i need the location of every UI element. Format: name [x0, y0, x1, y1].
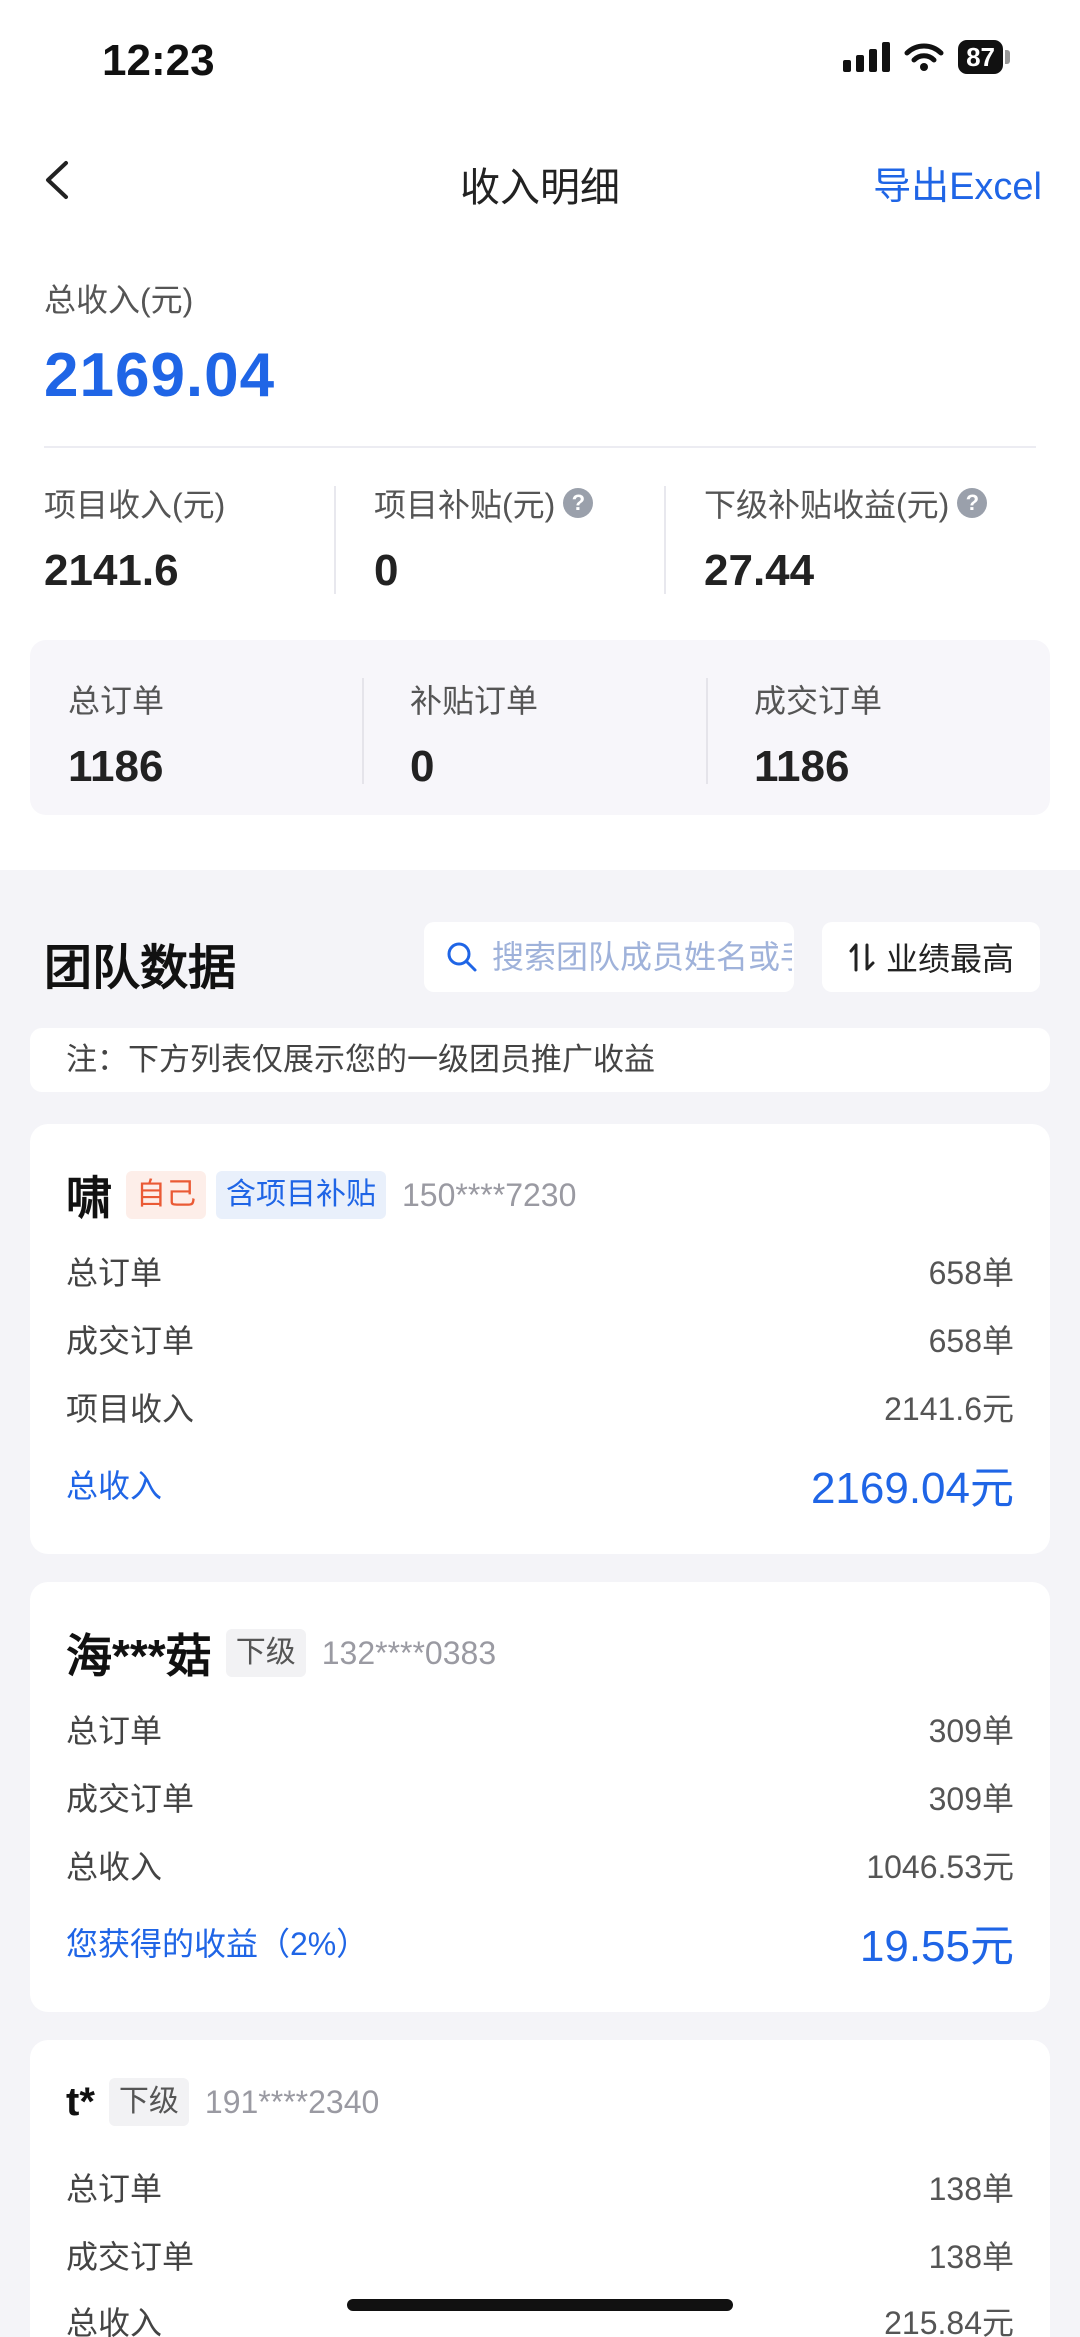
row-value: 138单	[928, 2171, 1014, 2207]
status-time: 12:23	[102, 36, 215, 85]
help-icon[interactable]: ?	[563, 488, 594, 518]
highlight-label: 您获得的收益（2%）	[66, 1926, 369, 1962]
project-income-stat: 项目收入(元) 2141.6	[44, 480, 225, 596]
member-phone: 132****0383	[321, 1634, 497, 1671]
member-card[interactable]: 啸 自己 含项目补贴 150****7230 总订单 658单 成交订单 658…	[30, 1124, 1050, 1554]
row-value: 309单	[928, 1713, 1014, 1749]
row-value: 2141.6元	[884, 1391, 1014, 1427]
row-label: 总收入	[66, 2305, 163, 2337]
member-header: t* 下级 191****2340	[66, 2078, 379, 2126]
team-section-title: 团队数据	[44, 942, 237, 995]
member-name: 海***菇	[66, 1630, 212, 1682]
self-tag: 自己	[126, 1171, 206, 1219]
divider	[362, 678, 364, 784]
divider	[44, 446, 1036, 448]
member-name: 啸	[66, 1172, 112, 1224]
total-orders-label: 总订单	[68, 683, 165, 719]
project-subsidy-stat: 项目补贴(元) ? 0	[374, 480, 594, 596]
project-income-label: 项目收入(元)	[44, 487, 226, 523]
deal-orders-label: 成交订单	[754, 683, 883, 719]
row-label: 成交订单	[66, 2239, 195, 2275]
sub-income-stat: 下级补贴收益(元) ? 27.44	[704, 480, 988, 596]
deal-orders-value: 1186	[754, 742, 850, 791]
chevron-left-icon	[46, 161, 68, 199]
battery-level: 87	[958, 40, 1003, 74]
member-row: 成交订单 309单	[66, 1774, 1014, 1820]
team-note: 注：下方列表仅展示您的一级团员推广收益	[30, 1028, 1050, 1092]
export-excel-button[interactable]: 导出Excel	[873, 155, 1042, 210]
subsidy-orders-stat: 补贴订单 0	[410, 676, 538, 792]
wifi-icon	[904, 43, 944, 71]
income-breakdown: 项目收入(元) 2141.6 项目补贴(元) ? 0 下级补贴收益(元) ? 2…	[0, 480, 1080, 600]
row-value: 215.84元	[884, 2305, 1014, 2337]
project-subsidy-value: 0	[374, 546, 399, 595]
highlight-value: 19.55元	[859, 1922, 1014, 1971]
sort-button[interactable]: 业绩最高	[822, 922, 1040, 992]
level-tag: 下级	[108, 2078, 189, 2126]
member-row: 总订单 658单	[66, 1248, 1014, 1294]
sort-icon	[849, 943, 875, 972]
deal-orders-stat: 成交订单 1186	[754, 676, 882, 792]
sub-income-value: 27.44	[704, 546, 815, 595]
member-header: 海***菇 下级 132****0383	[66, 1620, 496, 1686]
row-label: 成交订单	[66, 1323, 195, 1359]
sort-label: 业绩最高	[885, 941, 1014, 977]
highlight-label: 总收入	[66, 1468, 163, 1504]
divider	[664, 486, 666, 594]
row-label: 总订单	[66, 1255, 163, 1291]
row-value: 309单	[928, 1781, 1014, 1817]
row-value: 138单	[928, 2239, 1014, 2275]
team-search-box[interactable]	[424, 922, 794, 992]
row-label: 总订单	[66, 2171, 163, 2207]
member-phone: 150****7230	[402, 1176, 577, 1213]
row-label: 成交订单	[66, 1781, 195, 1817]
subsidy-orders-value: 0	[410, 742, 435, 791]
member-row: 总收入 1046.53元	[66, 1842, 1014, 1888]
subsidy-tag: 含项目补贴	[216, 1171, 386, 1219]
sub-income-label: 下级补贴收益(元)	[704, 487, 950, 523]
member-row: 成交订单 138单	[66, 2232, 1014, 2278]
member-row: 项目收入 2141.6元	[66, 1384, 1014, 1430]
help-icon[interactable]: ?	[957, 488, 988, 518]
member-row: 成交订单 658单	[66, 1316, 1014, 1362]
total-income-value: 2169.04	[44, 341, 276, 410]
total-orders-stat: 总订单 1186	[68, 676, 164, 792]
member-highlight-row: 您获得的收益（2%） 19.55元	[66, 1910, 1014, 1974]
subsidy-orders-label: 补贴订单	[410, 683, 539, 719]
member-name: t*	[66, 2079, 95, 2124]
total-income-label: 总收入(元)	[44, 282, 194, 318]
team-search-input[interactable]	[492, 938, 792, 976]
status-icons: 87	[843, 40, 1010, 74]
back-button[interactable]	[36, 155, 80, 205]
home-indicator[interactable]	[347, 2299, 733, 2311]
divider	[706, 678, 708, 784]
member-highlight-row: 总收入 2169.04元	[66, 1452, 1014, 1516]
search-icon	[447, 942, 477, 972]
member-card[interactable]: t* 下级 191****2340 总订单 138单 成交订单 138单 总收入…	[30, 2040, 1050, 2337]
highlight-value: 2169.04元	[810, 1464, 1014, 1513]
row-label: 总收入	[66, 1849, 163, 1885]
signal-icon	[843, 42, 891, 72]
member-phone: 191****2340	[204, 2083, 380, 2120]
total-orders-value: 1186	[68, 742, 164, 791]
project-income-value: 2141.6	[44, 546, 179, 595]
row-label: 总订单	[66, 1713, 163, 1749]
divider	[334, 486, 336, 594]
orders-summary-card: 总订单 1186 补贴订单 0 成交订单 1186	[30, 640, 1050, 815]
member-card[interactable]: 海***菇 下级 132****0383 总订单 309单 成交订单 309单 …	[30, 1582, 1050, 2012]
member-row: 总订单 309单	[66, 1706, 1014, 1752]
row-value: 658单	[928, 1323, 1014, 1359]
level-tag: 下级	[225, 1629, 306, 1677]
row-label: 项目收入	[66, 1391, 195, 1427]
row-value: 1046.53元	[866, 1849, 1014, 1885]
row-value: 658单	[928, 1255, 1014, 1291]
member-header: 啸 自己 含项目补贴 150****7230	[66, 1162, 576, 1228]
member-row: 总订单 138单	[66, 2164, 1014, 2210]
project-subsidy-label: 项目补贴(元)	[374, 487, 556, 523]
battery-icon: 87	[958, 40, 1010, 74]
